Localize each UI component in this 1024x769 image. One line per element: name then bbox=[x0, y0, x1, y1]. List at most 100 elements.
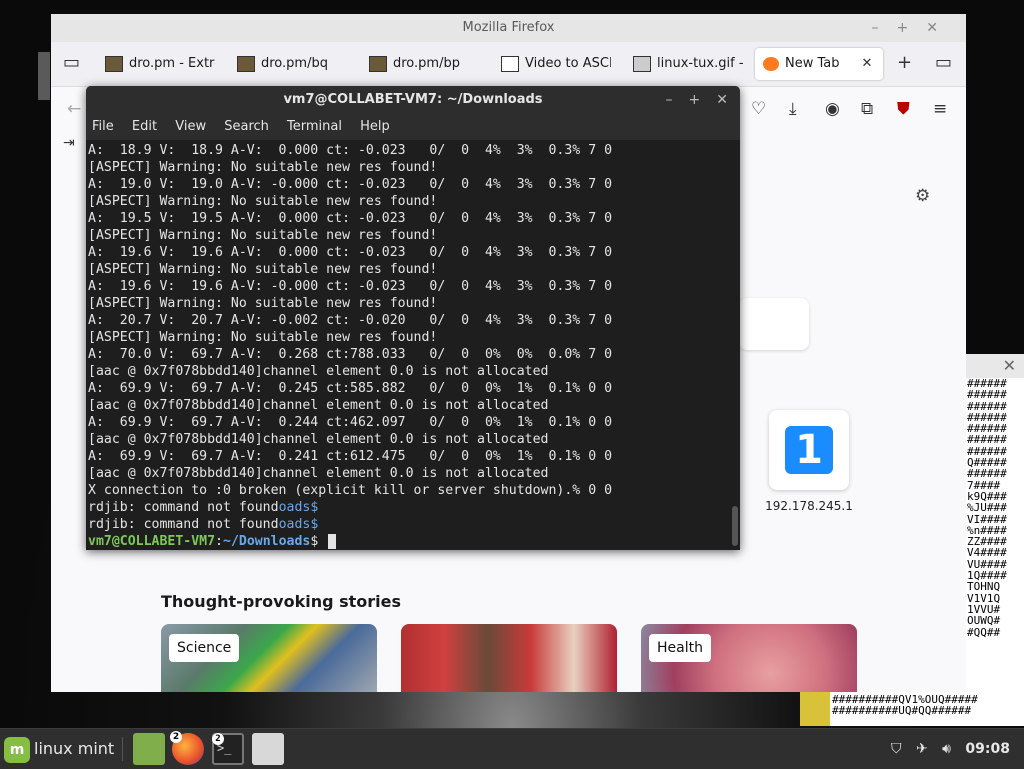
tab-dro-pm-bq[interactable]: dro.pm/bq bbox=[237, 48, 347, 80]
tab-strip: ▭ dro.pm - Extre dro.pm/bq dro.pm/bp Vid… bbox=[51, 42, 966, 87]
system-tray: ⛉ ✈ 🔊︎ 09:08 bbox=[881, 729, 1010, 769]
firefox-favicon-icon bbox=[763, 56, 779, 71]
terminal-window[interactable]: vm7@COLLABET-VM7: ~/Downloads – + ✕ File E… bbox=[86, 86, 740, 550]
background-window-edge bbox=[38, 52, 50, 100]
terminal-title: vm7@COLLABET-VM7: ~/Downloads bbox=[283, 92, 543, 107]
scrollbar-thumb[interactable] bbox=[732, 506, 738, 546]
terminal-line: [ASPECT] Warning: No suitable new res fo… bbox=[88, 228, 438, 243]
list-all-tabs-icon[interactable]: ▭ bbox=[935, 52, 952, 73]
shortcut-logo-icon: 1 bbox=[785, 426, 833, 474]
tab-linux-tux-gif[interactable]: linux-tux.gif - C bbox=[633, 48, 743, 80]
terminal-line: [ASPECT] Warning: No suitable new res fo… bbox=[88, 330, 438, 345]
close-icon[interactable]: ✕ bbox=[716, 92, 728, 108]
tab-favicon-icon bbox=[237, 55, 255, 72]
gear-icon[interactable]: ⚙ bbox=[915, 186, 930, 206]
terminal-app-icon[interactable]: >_ 2 bbox=[212, 733, 244, 765]
terminal-line: [ASPECT] Warning: No suitable new res fo… bbox=[88, 160, 438, 175]
terminal-line: A: 19.6 V: 19.6 A-V: 0.000 ct: -0.023 0/… bbox=[88, 245, 613, 260]
terminal-line: A: 69.9 V: 69.7 A-V: 0.244 ct:462.097 0/… bbox=[88, 415, 613, 430]
window-controls[interactable]: –+✕ bbox=[872, 14, 956, 42]
terminal-line: [ASPECT] Warning: No suitable new res fo… bbox=[88, 296, 438, 311]
menu-search[interactable]: Search bbox=[224, 119, 269, 134]
terminal-line: A: 19.6 V: 19.6 A-V: -0.000 ct: -0.023 0… bbox=[88, 279, 613, 294]
close-tab-icon[interactable]: ✕ bbox=[862, 56, 873, 71]
menu-help[interactable]: Help bbox=[360, 119, 390, 134]
hamburger-menu-icon[interactable]: ≡ bbox=[933, 99, 947, 119]
extensions-icon[interactable]: ⧉ bbox=[861, 99, 873, 119]
terminal-titlebar[interactable]: vm7@COLLABET-VM7: ~/Downloads – + ✕ bbox=[86, 86, 740, 114]
menu-view[interactable]: View bbox=[175, 119, 206, 134]
shortcut-label: 192.178.245.1 bbox=[765, 499, 853, 513]
files-app-icon[interactable] bbox=[133, 733, 165, 765]
new-tab-plus-icon[interactable]: + bbox=[897, 52, 912, 73]
start-menu-button[interactable]: m linux mint bbox=[4, 733, 114, 765]
terminal-line: A: 18.9 V: 18.9 A-V: 0.000 ct: -0.023 0/… bbox=[88, 143, 613, 158]
network-icon[interactable]: ✈ bbox=[916, 741, 928, 757]
terminal-window-controls: – + ✕ bbox=[650, 86, 728, 114]
story-card-health[interactable]: Health bbox=[641, 624, 857, 692]
top-site-shortcut[interactable]: 1 bbox=[769, 410, 849, 490]
text-cursor bbox=[328, 533, 337, 549]
tab-favicon-icon bbox=[633, 55, 651, 72]
story-card-science[interactable]: Science bbox=[161, 624, 377, 692]
terminal-line: [ASPECT] Warning: No suitable new res fo… bbox=[88, 262, 438, 277]
tab-new-tab[interactable]: New Tab ✕ bbox=[755, 48, 883, 80]
back-arrow-icon[interactable]: ← bbox=[67, 99, 81, 119]
story-card-photo[interactable] bbox=[401, 624, 617, 692]
terminal-line: rdjib: command not foundoads$ bbox=[88, 517, 319, 532]
ascii-art-window-bottom: ##########QV1%OUQ##### ##########UQ#QQ##… bbox=[830, 692, 1024, 726]
shield-icon[interactable]: ⛉ bbox=[891, 741, 902, 757]
terminal-line: A: 69.9 V: 69.7 A-V: 0.241 ct:612.475 0/… bbox=[88, 449, 613, 464]
tab-favicon-icon bbox=[105, 55, 123, 72]
terminal-line: A: 69.9 V: 69.7 A-V: 0.245 ct:585.882 0/… bbox=[88, 381, 613, 396]
window-count-badge: 2 bbox=[212, 733, 224, 745]
maximize-icon[interactable]: + bbox=[689, 92, 701, 108]
ascii-art-bottom-text: ##########QV1%OUQ##### ##########UQ#QQ##… bbox=[832, 693, 978, 718]
menu-terminal[interactable]: Terminal bbox=[287, 119, 342, 134]
window-title: Mozilla Firefox bbox=[462, 20, 555, 35]
firefox-view-icon[interactable]: ▭ bbox=[63, 52, 80, 73]
volume-icon[interactable]: 🔊︎ bbox=[942, 741, 951, 757]
story-tag: Science bbox=[169, 634, 240, 662]
close-icon[interactable]: ✕ bbox=[1003, 356, 1016, 375]
minimize-icon[interactable]: – bbox=[666, 92, 673, 108]
window-count-badge: 2 bbox=[170, 731, 182, 743]
ascii-window-titlebar[interactable]: ✕ bbox=[966, 354, 1024, 378]
tab-dro-pm-extreme[interactable]: dro.pm - Extre bbox=[105, 48, 215, 80]
terminal-line: [aac @ 0x7f078bbdd140]channel element 0.… bbox=[88, 364, 549, 379]
menu-edit[interactable]: Edit bbox=[132, 119, 157, 134]
terminal-line: rdjib: command not foundoads$ bbox=[88, 500, 319, 515]
terminal-line: A: 19.5 V: 19.5 A-V: 0.000 ct: -0.023 0/… bbox=[88, 211, 613, 226]
ublock-icon[interactable]: ⛊ bbox=[897, 99, 910, 119]
terminal-menubar: File Edit View Search Terminal Help bbox=[86, 114, 740, 140]
tab-favicon-icon bbox=[501, 55, 519, 72]
search-box-partial[interactable] bbox=[739, 298, 809, 350]
ascii-art-window[interactable]: ✕ ###### ###### ###### ###### ###### ###… bbox=[966, 354, 1024, 724]
taskbar: m linux mint 2 >_ 2 ⛉ ✈ 🔊︎ 09:08 bbox=[0, 728, 1024, 769]
tab-dro-pm-bp[interactable]: dro.pm/bp bbox=[369, 48, 479, 80]
linux-mint-logo-icon: m bbox=[4, 736, 30, 763]
import-bookmarks-icon[interactable]: ⇥ bbox=[63, 135, 75, 151]
tab-video-to-ascii[interactable]: Video to ASCII bbox=[501, 48, 611, 80]
image-viewer-app-icon[interactable] bbox=[252, 733, 284, 765]
clock[interactable]: 09:08 bbox=[965, 741, 1010, 757]
terminal-line: [ASPECT] Warning: No suitable new res fo… bbox=[88, 194, 438, 209]
firefox-titlebar[interactable]: Mozilla Firefox –+✕ bbox=[51, 14, 966, 42]
terminal-prompt[interactable]: vm7@COLLABET-VM7:~/Downloads$ bbox=[88, 533, 730, 550]
terminal-output[interactable]: A: 18.9 V: 18.9 A-V: 0.000 ct: -0.023 0/… bbox=[86, 142, 730, 550]
terminal-line: [aac @ 0x7f078bbdd140]channel element 0.… bbox=[88, 398, 549, 413]
pocket-icon[interactable]: ♡ bbox=[751, 99, 766, 119]
ascii-art-yellow-region bbox=[800, 692, 832, 726]
taskbar-separator bbox=[122, 737, 123, 761]
tab-favicon-icon bbox=[369, 55, 387, 72]
menu-file[interactable]: File bbox=[92, 119, 114, 134]
story-tag: Health bbox=[649, 634, 711, 662]
account-icon[interactable]: ◉ bbox=[825, 99, 840, 119]
terminal-line: [aac @ 0x7f078bbdd140]channel element 0.… bbox=[88, 466, 549, 481]
stories-heading: Thought-provoking stories bbox=[161, 592, 402, 611]
firefox-app-icon[interactable]: 2 bbox=[170, 731, 204, 765]
terminal-scrollbar[interactable] bbox=[732, 142, 738, 546]
terminal-line: A: 19.0 V: 19.0 A-V: -0.000 ct: -0.023 0… bbox=[88, 177, 613, 192]
terminal-line: A: 20.7 V: 20.7 A-V: -0.002 ct: -0.020 0… bbox=[88, 313, 613, 328]
downloads-icon[interactable]: ⤓ bbox=[789, 99, 797, 119]
